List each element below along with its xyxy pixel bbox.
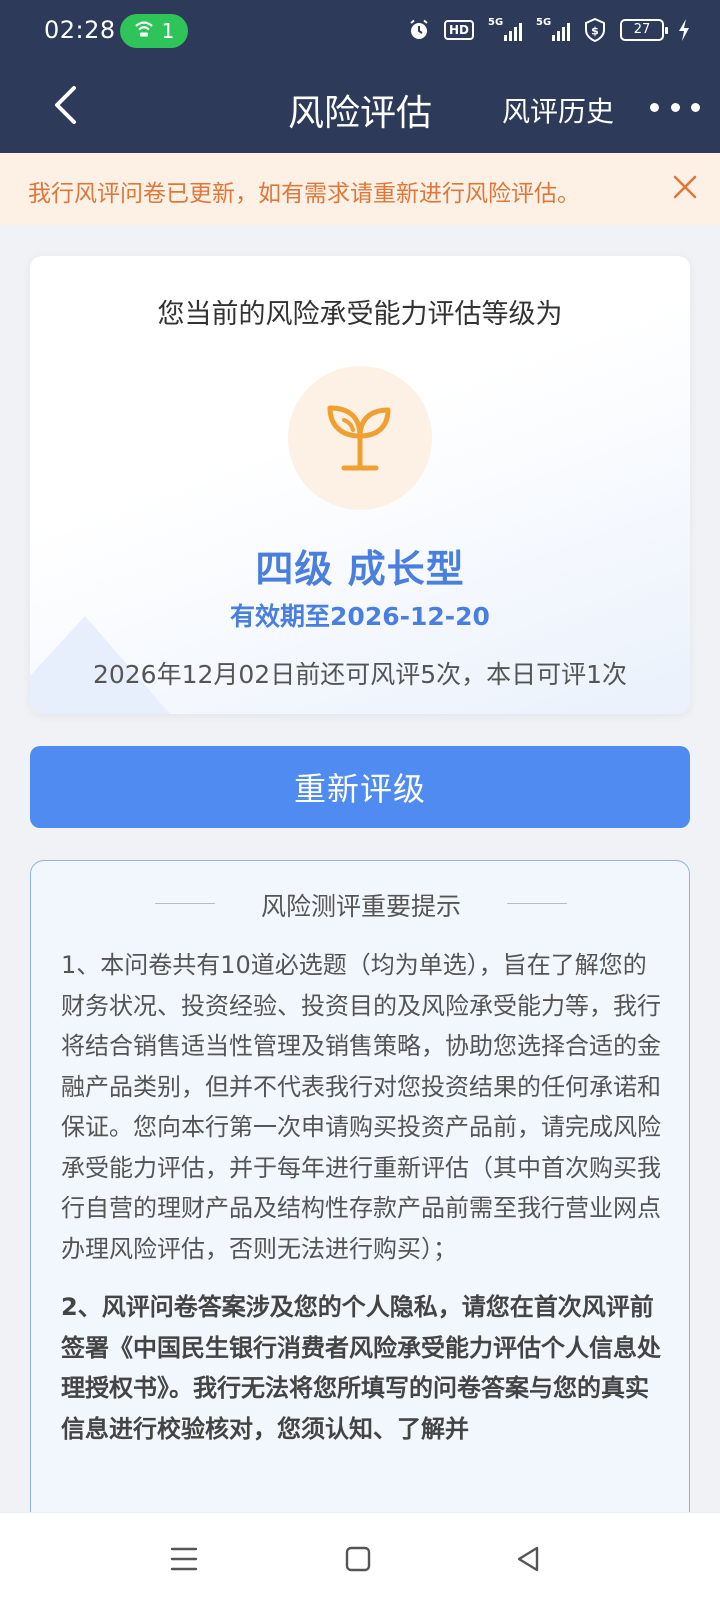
more-dots-icon — [650, 102, 659, 112]
square-icon — [345, 1546, 371, 1572]
back-nav-button[interactable] — [508, 1539, 548, 1579]
signal-icon: 5G — [488, 17, 522, 41]
battery-icon: 27 — [620, 19, 668, 41]
result-heading: 您当前的风险承受能力评估等级为 — [157, 299, 563, 330]
tips-title-row: 风险测评重要提示 — [31, 883, 689, 923]
triangle-back-icon — [517, 1546, 539, 1572]
sprout-icon — [327, 405, 391, 471]
risk-history-link[interactable]: 风评历史 — [502, 90, 614, 130]
recents-button[interactable] — [164, 1539, 204, 1579]
notice-close-button[interactable] — [668, 170, 702, 204]
risk-result-card: 您当前的风险承受能力评估等级为 四级 成长型 有效期至2026-12-20 20… — [30, 256, 690, 714]
menu-icon — [170, 1547, 198, 1571]
app-header: 02:28 1 HD 5G 5G $ 27 风险评估 风评历史 — [0, 0, 720, 153]
tip-item-1: 1、本问卷共有10道必选题（均为单选），旨在了解您的财务状况、投资经验、投资目的… — [61, 951, 661, 1263]
signal-icon-2: 5G — [536, 17, 570, 41]
risk-level-badge — [288, 366, 432, 510]
hotspot-indicator: 1 — [120, 14, 188, 48]
status-bar: 02:28 1 HD 5G 5G $ 27 — [0, 0, 720, 62]
hotspot-count: 1 — [161, 19, 175, 43]
network-type-2: 5G — [536, 17, 552, 28]
notice-text: 我行风评问卷已更新，如有需求请重新进行风险评估。 — [28, 181, 580, 207]
update-notice-banner: 我行风评问卷已更新，如有需求请重新进行风险评估。 — [0, 153, 720, 225]
hd-voice-icon: HD — [443, 20, 474, 40]
nav-bar: 风险评估 风评历史 — [0, 62, 720, 153]
system-nav-bar — [0, 1512, 720, 1600]
tip-item-2: 2、风评问卷答案涉及您的个人隐私，请您在首次风评前签署《中国民生银行消费者风险承… — [61, 1293, 661, 1443]
risk-tips-box: 风险测评重要提示 1、本问卷共有10道必选题（均为单选），旨在了解您的财务状况、… — [30, 860, 690, 1600]
remaining-attempts-label: 2026年12月02日前还可风评5次，本日可评1次 — [92, 660, 628, 689]
tips-title: 风险测评重要提示 — [260, 892, 461, 921]
more-options-button[interactable] — [650, 92, 700, 122]
status-icons: HD 5G 5G $ 27 — [408, 17, 690, 42]
divider-line-right — [507, 903, 567, 904]
tips-body: 1、本问卷共有10道必选题（均为单选），旨在了解您的财务状况、投资经验、投资目的… — [61, 945, 661, 1449]
charging-icon — [678, 19, 690, 41]
reassess-button[interactable]: 重新评级 — [30, 746, 690, 828]
hotspot-icon — [134, 19, 154, 43]
risk-level-label: 四级 成长型 — [255, 547, 465, 591]
network-type-1: 5G — [488, 17, 504, 28]
shield-dollar-icon: $ — [584, 18, 606, 42]
svg-text:$: $ — [591, 25, 599, 38]
close-icon — [673, 175, 697, 199]
home-button[interactable] — [338, 1539, 378, 1579]
valid-until-label: 有效期至2026-12-20 — [230, 602, 490, 631]
status-time: 02:28 — [44, 16, 116, 44]
chevron-left-icon — [55, 86, 76, 124]
alarm-icon — [408, 19, 430, 41]
back-button[interactable] — [40, 80, 90, 130]
